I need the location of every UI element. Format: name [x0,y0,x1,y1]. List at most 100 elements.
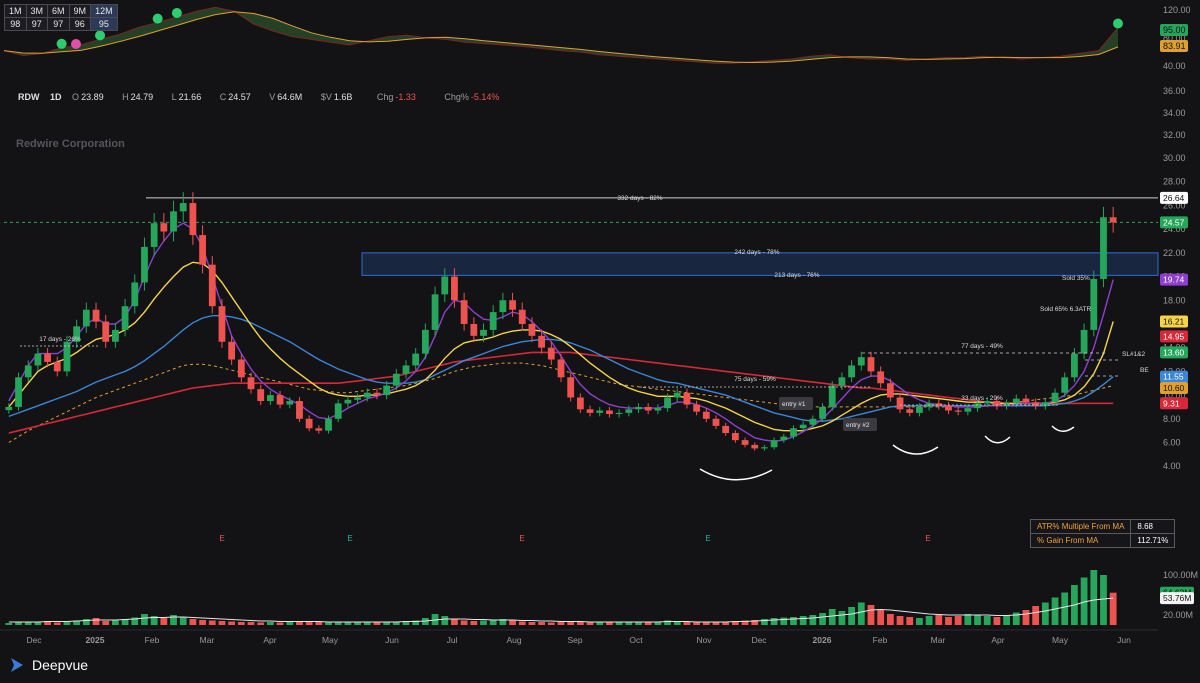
volume-bar [586,622,594,625]
volume-bar [518,621,526,625]
annotation-label: 33 days - 29% [961,395,1003,402]
candle-body [276,395,284,405]
rs-ratings-row: 98 97 97 96 95 [4,17,118,31]
volume-bar [867,605,875,625]
candle-body [1071,353,1078,378]
ticker-symbol[interactable]: RDW [18,92,40,102]
candle-body [150,223,158,247]
volume-bar [780,617,788,625]
price-tick-label: 32.00 [1163,130,1186,140]
rs-line [3,6,1119,64]
time-axis[interactable]: Dec 2025 Feb Mar Apr May Jun Jul Aug Sep Oct Nov Dec… [0,629,1158,645]
candle-body [799,424,807,429]
rs-period-1M[interactable]: 1M [4,4,27,18]
candle-body [586,409,594,413]
candle-body [170,211,177,232]
candle-body [712,418,720,426]
volume-bar [208,620,216,625]
candle-body [112,329,119,342]
candle-body [741,440,749,445]
volume-bar [179,617,187,625]
price-axis[interactable]: 36.0034.0032.0030.0028.0026.0024.0022.00… [1160,86,1188,471]
candle-body [625,409,633,413]
volume-bar [557,622,565,625]
candle-body [770,440,778,448]
volume-bar [276,622,284,625]
candle-body [344,399,352,404]
volume-bar [112,620,119,625]
annotation-label: 213 days - 76% [774,272,819,279]
candle-body [1012,398,1020,404]
rs-period-12M[interactable]: 12M [90,4,118,18]
time-tick-label: May [322,635,339,645]
volume-bar [925,616,933,625]
rs-new-high-dot [56,38,67,49]
volume-bar [267,622,274,625]
price-tick-label: 6.00 [1163,438,1181,448]
time-tick-label: Dec [751,635,767,645]
candle-body [460,300,468,324]
time-tick-label: Jul [447,635,458,645]
base-arc [699,468,773,481]
candle-body [538,335,546,348]
candle-body [44,353,51,362]
price-tag-label: 24.57 [1163,217,1185,227]
candle-body [383,385,391,396]
rs-period-6M[interactable]: 6M [47,4,70,18]
earnings-marker: E [347,534,352,543]
candle-body [886,383,894,398]
annotation-label: SL#1&2 [1122,351,1146,358]
candle-body [945,405,952,411]
volume-tick-label: 100.00M [1163,570,1198,580]
price-tick-label: 18.00 [1163,295,1186,305]
candle-body [935,403,943,406]
candle-body [431,294,439,330]
volume-bar [799,616,807,625]
volume-bar [141,614,148,625]
company-name: Redwire Corporation [16,138,125,150]
candle-body [896,397,904,410]
candle-body [664,397,671,409]
time-tick-label: Nov [696,635,712,645]
volume-bar [92,618,100,625]
volume-bar [315,622,323,625]
volume-bar [877,610,885,625]
candle-body [964,408,972,412]
candle-body [751,444,759,449]
earnings-marker: E [219,534,224,543]
candle-body [451,276,458,301]
candle-body [208,264,216,307]
time-tick-label: Aug [506,635,521,645]
candle-body [470,323,478,336]
candle-body [373,392,381,396]
rs-new-high-dot [95,30,106,41]
volume-bar [102,621,110,625]
price-tag-label: 13.60 [1163,347,1185,357]
volume-bar [993,617,1001,625]
candle-body [654,408,662,411]
candle-body [644,406,652,411]
candle-body [286,401,294,405]
time-tick-label: Dec [26,635,42,645]
rs-period-3M[interactable]: 3M [25,4,49,18]
volume-bar [712,622,720,625]
time-tick-label: Mar [200,635,215,645]
time-tick-label: Feb [873,635,888,645]
interval-label[interactable]: 1D [50,92,62,102]
annotation-label: entry #1 [782,401,806,408]
rs-period-9M[interactable]: 9M [68,4,92,18]
time-tick-label: Oct [629,635,643,645]
close-value: C 24.57 [219,92,251,102]
annotation-label: entry #2 [846,422,870,429]
rs-rating-value: 95 [90,17,118,31]
dollar-volume-value: $V 1.6B [320,92,353,102]
volume-bar [790,617,797,625]
candle-body [1003,403,1010,406]
candle-body [547,347,555,360]
time-tick-label: 2026 [813,635,832,645]
deepvue-logo[interactable]: Deepvue [8,656,88,674]
volume-bar [916,618,923,625]
volume-bar [53,622,61,625]
candle-body [954,410,962,412]
candle-body [1061,377,1069,393]
